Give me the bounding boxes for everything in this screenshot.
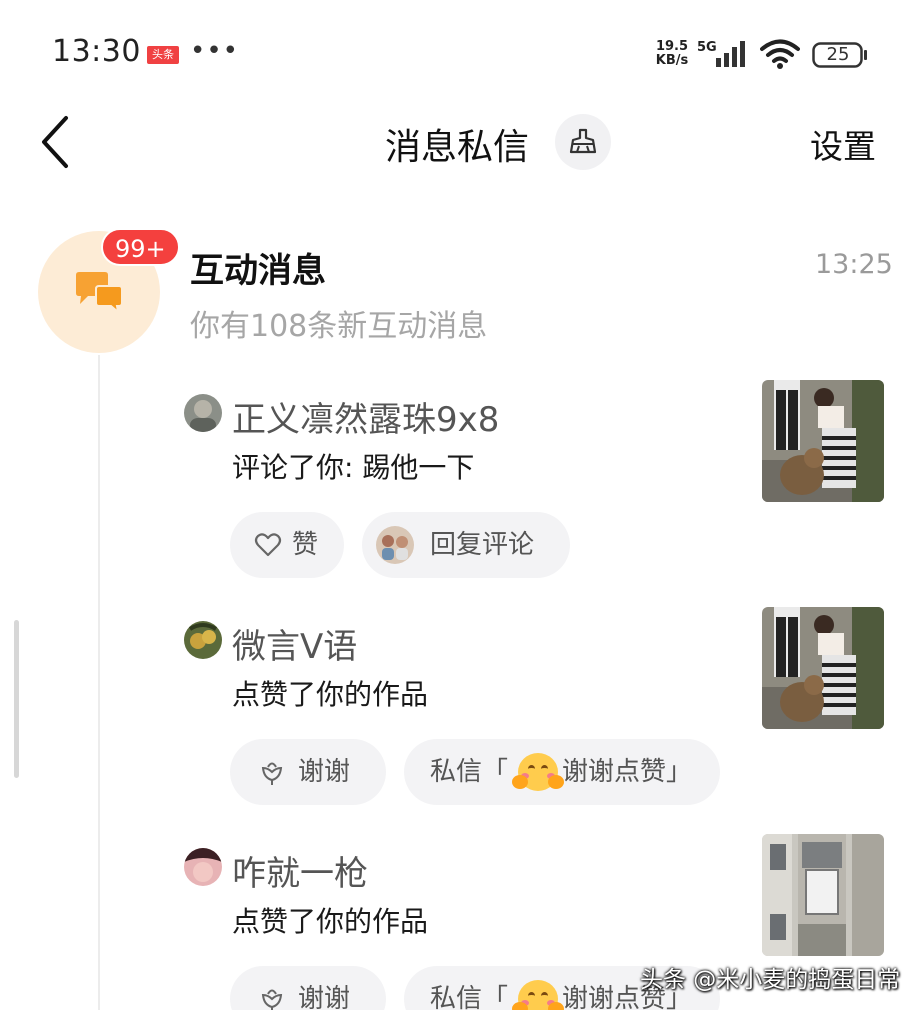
broom-clean-icon bbox=[569, 128, 597, 154]
avatar[interactable] bbox=[184, 394, 222, 432]
network-speed-unit: KB/s bbox=[655, 53, 689, 68]
video-thumbnail[interactable] bbox=[762, 607, 884, 729]
reply-label: 回复评论 bbox=[430, 530, 535, 560]
avatar-image bbox=[184, 848, 222, 886]
thumbnail-image bbox=[762, 380, 884, 502]
message-text: 点赞了你的作品 bbox=[232, 678, 429, 711]
thanks-button[interactable]: 谢谢 bbox=[230, 739, 386, 805]
toutiao-app-badge: 头条 bbox=[147, 46, 179, 64]
avatar[interactable] bbox=[184, 621, 222, 659]
interaction-messages-entry[interactable]: 99+ 互动消息 13:25 你有108条新互动消息 bbox=[0, 225, 922, 355]
back-button[interactable] bbox=[36, 112, 76, 172]
avatar-image bbox=[184, 621, 222, 659]
dm-prefix: 私信「 bbox=[430, 757, 509, 787]
video-thumbnail[interactable] bbox=[762, 834, 884, 956]
reply-comment-button[interactable]: 回复评论 bbox=[362, 512, 570, 578]
thanks-button[interactable]: 谢谢 bbox=[230, 966, 386, 1010]
network-speed: 19.5 KB/s bbox=[652, 40, 692, 68]
status-bar: 13:30 头条 ••• 19.5 KB/s 5G 25 bbox=[0, 0, 922, 100]
chat-bubbles-icon bbox=[76, 272, 123, 315]
clear-unread-button[interactable] bbox=[555, 114, 611, 170]
status-time: 13:30 bbox=[52, 34, 141, 69]
user-name[interactable]: 微言V语 bbox=[232, 619, 357, 668]
user-name[interactable]: 咋就一枪 bbox=[232, 846, 368, 895]
hug-emoji-icon bbox=[512, 980, 564, 1010]
settings-link[interactable]: 设置 bbox=[810, 120, 876, 168]
avatar[interactable] bbox=[184, 848, 222, 886]
thumbnail-image bbox=[762, 834, 884, 956]
heart-icon bbox=[254, 533, 282, 557]
page-title: 消息私信 bbox=[385, 127, 530, 168]
watermark: 头条 @米小麦的捣蛋日常 bbox=[640, 967, 901, 993]
user-name[interactable]: 正义凛然露珠9x8 bbox=[232, 392, 499, 441]
interaction-time: 13:25 bbox=[815, 249, 893, 280]
dm-prefix: 私信「 bbox=[430, 984, 509, 1010]
avatar-image bbox=[184, 394, 222, 432]
wifi-icon bbox=[760, 39, 800, 69]
list-item[interactable]: 微言V语 点赞了你的作品 谢谢 私信「 谢谢点赞」 bbox=[0, 607, 922, 827]
unread-count-badge: 99+ bbox=[101, 228, 180, 266]
network-speed-value: 19.5 bbox=[655, 39, 689, 54]
dm-text: 谢谢点赞」 bbox=[562, 757, 693, 787]
interaction-subtitle: 你有108条新互动消息 bbox=[190, 309, 488, 344]
nav-bar: 消息私信 设置 bbox=[0, 100, 922, 190]
message-text: 点赞了你的作品 bbox=[232, 905, 429, 938]
thanks-label: 谢谢 bbox=[298, 984, 351, 1010]
battery-level: 25 bbox=[826, 44, 850, 65]
more-notifications-dots: ••• bbox=[190, 36, 240, 66]
thanks-label: 谢谢 bbox=[298, 757, 351, 787]
message-text: 评论了你: 踢他一下 bbox=[232, 451, 475, 484]
interaction-title: 互动消息 bbox=[190, 251, 326, 291]
hug-emoji-icon bbox=[512, 753, 564, 791]
replier-avatar bbox=[376, 526, 414, 564]
like-comment-button[interactable]: 赞 bbox=[230, 512, 344, 578]
flower-thanks-icon bbox=[261, 989, 283, 1010]
signal-icon bbox=[716, 41, 745, 67]
thank-dm-button[interactable]: 私信「 谢谢点赞」 bbox=[404, 739, 720, 805]
list-item[interactable]: 正义凛然露珠9x8 评论了你: 踢他一下 赞 回复评论 bbox=[0, 380, 922, 600]
back-icon bbox=[42, 116, 68, 168]
thumbnail-image bbox=[762, 607, 884, 729]
flower-thanks-icon bbox=[261, 762, 283, 785]
video-thumbnail[interactable] bbox=[762, 380, 884, 502]
like-label: 赞 bbox=[292, 530, 319, 560]
